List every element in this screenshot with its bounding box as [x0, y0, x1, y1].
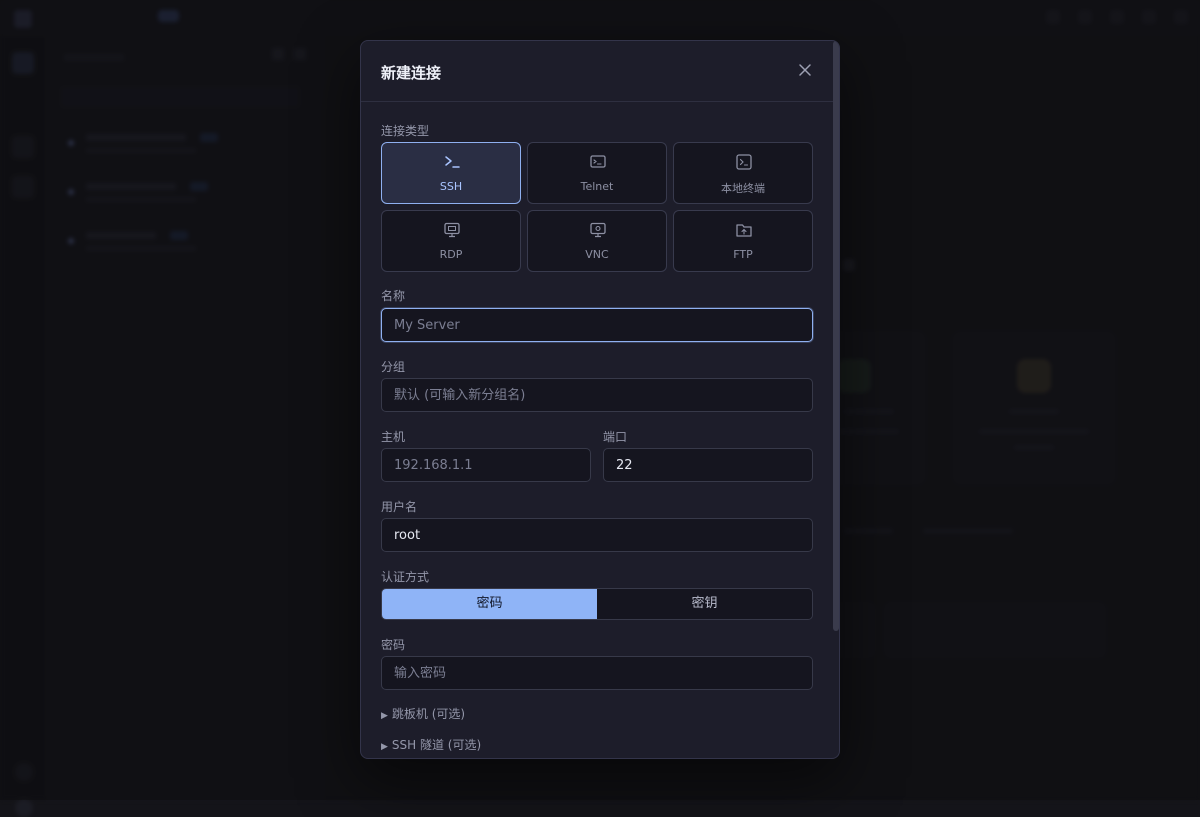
- folder-upload-icon: [736, 224, 752, 237]
- type-label: RDP: [439, 248, 463, 261]
- settings-gear-icon: [15, 799, 33, 817]
- type-rdp-button[interactable]: RDP: [381, 210, 521, 272]
- type-label: VNC: [585, 248, 609, 261]
- auth-key-option[interactable]: 密钥: [597, 589, 812, 619]
- name-input[interactable]: [381, 308, 813, 342]
- close-icon: [799, 64, 811, 76]
- type-label: Telnet: [580, 180, 614, 193]
- jump-host-expander[interactable]: ▶ 跳板机 (可选): [381, 705, 465, 722]
- username-label: 用户名: [381, 500, 418, 514]
- remote-desktop-icon: [444, 222, 460, 238]
- type-label: FTP: [733, 248, 753, 261]
- group-input[interactable]: [381, 378, 813, 412]
- ssh-tunnel-label: SSH 隧道 (可选): [391, 738, 482, 752]
- host-label: 主机: [381, 430, 406, 444]
- ssh-tunnel-expander[interactable]: ▶ SSH 隧道 (可选): [381, 736, 481, 753]
- auth-method-label: 认证方式: [381, 570, 430, 584]
- password-label: 密码: [381, 638, 406, 652]
- type-ftp-button[interactable]: FTP: [673, 210, 813, 272]
- type-ssh-button[interactable]: SSH: [381, 142, 521, 204]
- password-input[interactable]: [381, 656, 813, 690]
- expand-triangle-icon: ▶: [381, 742, 388, 752]
- type-label: 本地终端: [721, 182, 765, 195]
- dialog-scrollbar[interactable]: [833, 41, 839, 631]
- port-label: 端口: [603, 430, 628, 444]
- auth-password-option[interactable]: 密码: [382, 589, 597, 619]
- close-button[interactable]: [795, 60, 815, 80]
- dialog-title: 新建连接: [381, 64, 442, 82]
- vnc-monitor-icon: [590, 222, 606, 238]
- terminal-prompt-icon: [445, 156, 460, 168]
- type-label: SSH: [439, 180, 463, 193]
- username-input[interactable]: [381, 518, 813, 552]
- name-label: 名称: [381, 289, 406, 303]
- group-label: 分组: [381, 360, 406, 374]
- terminal-window-icon: [590, 155, 606, 168]
- type-vnc-button[interactable]: VNC: [527, 210, 667, 272]
- auth-method-toggle: 密码 密钥: [381, 588, 813, 620]
- local-terminal-icon: [736, 154, 752, 170]
- port-input[interactable]: [603, 448, 813, 482]
- host-input[interactable]: [381, 448, 591, 482]
- type-local-terminal-button[interactable]: 本地终端: [673, 142, 813, 204]
- dialog-header: 新建连接: [361, 41, 839, 102]
- new-connection-dialog: 新建连接 连接类型 SSH Telnet 本地终端 RDP VNC FTP 名称…: [360, 40, 840, 759]
- connection-type-label: 连接类型: [381, 124, 430, 138]
- jump-host-label: 跳板机 (可选): [391, 707, 466, 721]
- expand-triangle-icon: ▶: [381, 711, 388, 721]
- type-telnet-button[interactable]: Telnet: [527, 142, 667, 204]
